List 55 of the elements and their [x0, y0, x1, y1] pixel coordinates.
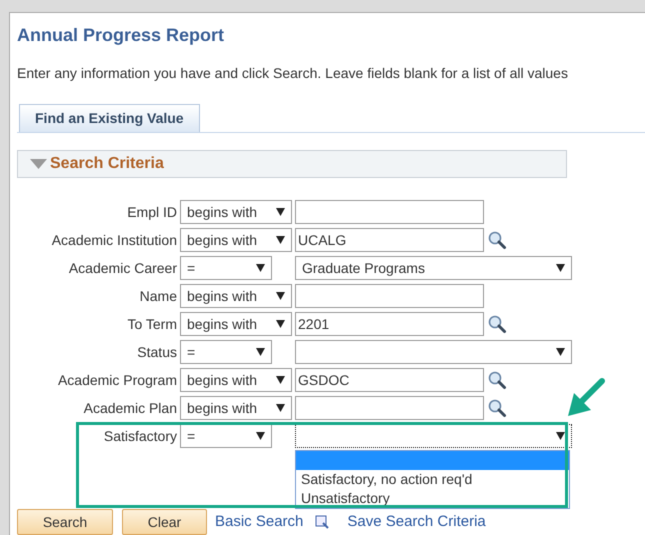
operator-select[interactable]: begins with: [180, 284, 292, 308]
section-header[interactable]: Search Criteria: [17, 150, 567, 178]
field-label: Status: [136, 342, 178, 362]
caret-icon: [556, 264, 565, 272]
search-icon[interactable]: [487, 398, 507, 418]
field-label: Name: [138, 286, 178, 306]
dropdown-option[interactable]: Satisfactory, no action req'd: [296, 470, 569, 489]
field-label: Academic Career: [68, 258, 178, 278]
caret-icon: [256, 264, 265, 272]
collapse-triangle-icon: [30, 159, 47, 169]
search-icon[interactable]: [487, 370, 507, 390]
operator-select[interactable]: begins with: [180, 228, 292, 252]
operator-select[interactable]: begins with: [180, 396, 292, 420]
action-button[interactable]: Clear: [122, 509, 207, 535]
field-label: Satisfactory: [102, 426, 178, 446]
value-field[interactable]: GSDOC: [295, 368, 484, 392]
value-field[interactable]: [295, 200, 484, 224]
save-search-link[interactable]: Save Search Criteria: [347, 510, 486, 534]
caret-icon: [276, 208, 285, 216]
caret-icon: [556, 348, 565, 356]
field-label: Academic Institution: [50, 230, 178, 250]
dropdown-option[interactable]: Unsatisfactory: [296, 489, 569, 508]
value-field[interactable]: UCALG: [295, 228, 484, 252]
operator-select[interactable]: =: [180, 340, 272, 364]
value-field[interactable]: [295, 284, 484, 308]
caret-icon: [276, 236, 285, 244]
value-field[interactable]: [295, 396, 484, 420]
field-label: To Term: [126, 314, 178, 334]
operator-select[interactable]: begins with: [180, 368, 292, 392]
search-icon[interactable]: [487, 230, 507, 250]
pointer-arrow: [566, 376, 608, 418]
caret-icon: [276, 376, 285, 384]
basic-search-link[interactable]: Basic Search: [215, 510, 304, 534]
caret-icon: [256, 348, 265, 356]
value-select[interactable]: Graduate Programs: [295, 256, 572, 280]
operator-select[interactable]: =: [180, 256, 272, 280]
caret-icon: [276, 404, 285, 412]
action-button[interactable]: Search: [17, 509, 113, 535]
field-label: Academic Program: [56, 370, 178, 390]
value-select[interactable]: [295, 424, 572, 448]
caret-icon: [276, 292, 285, 300]
instruction-text: Enter any information you have and click Search. Leave fields blank for a list of all values: [17, 64, 569, 83]
field-label: Empl ID: [126, 202, 178, 222]
value-field[interactable]: 2201: [295, 312, 484, 336]
field-label: Academic Plan: [82, 398, 178, 418]
save-criteria-icon: [315, 515, 330, 529]
caret-icon: [256, 432, 265, 440]
caret-icon: [556, 432, 565, 440]
operator-select[interactable]: begins with: [180, 200, 292, 224]
operator-select[interactable]: begins with: [180, 312, 292, 336]
tab[interactable]: Find an Existing Value: [19, 104, 200, 132]
search-icon[interactable]: [487, 314, 507, 334]
caret-icon: [276, 320, 285, 328]
operator-select[interactable]: =: [180, 424, 272, 448]
page-title: Annual Progress Report: [17, 24, 226, 47]
